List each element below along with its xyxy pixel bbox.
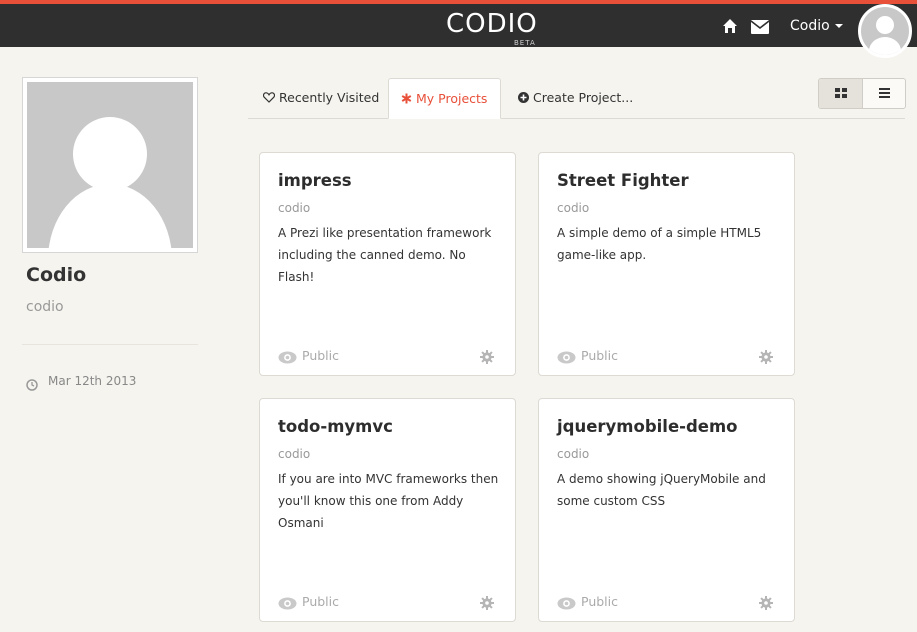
tab-recently-visited[interactable]: Recently Visited <box>251 78 391 119</box>
project-description: A simple demo of a simple HTML5 game-lik… <box>557 226 762 262</box>
tab-label: Create Project... <box>533 90 634 105</box>
project-owner: codio <box>557 447 590 461</box>
gear-icon[interactable] <box>480 595 494 610</box>
tab-create-project[interactable]: Create Project... <box>506 78 645 119</box>
project-description: A demo showing jQueryMobile and some cus… <box>557 472 766 508</box>
eye-icon <box>278 349 297 364</box>
project-title[interactable]: impress <box>278 171 352 190</box>
project-card[interactable]: jquerymobile-demo codio A demo showing j… <box>538 398 795 622</box>
chevron-down-icon <box>834 24 843 28</box>
eye-icon <box>557 595 576 610</box>
eye-icon <box>557 349 576 364</box>
project-visibility: Public <box>302 348 339 363</box>
profile-joined-date: Mar 12th 2013 <box>48 374 137 388</box>
project-title[interactable]: todo-mymvc <box>278 417 393 436</box>
user-avatar[interactable] <box>858 4 912 58</box>
clock-icon <box>26 376 38 391</box>
project-title[interactable]: jquerymobile-demo <box>557 417 738 436</box>
project-visibility: Public <box>302 594 339 609</box>
gear-icon[interactable] <box>759 349 773 364</box>
profile-name: Codio <box>26 264 87 286</box>
project-owner: codio <box>278 447 311 461</box>
project-card[interactable]: todo-mymvc codio If you are into MVC fra… <box>259 398 516 622</box>
project-card[interactable]: Street Fighter codio A simple demo of a … <box>538 152 795 376</box>
codio-logo[interactable]: CODIO BETA <box>446 9 546 47</box>
eye-icon <box>278 595 297 610</box>
project-owner: codio <box>557 201 590 215</box>
gear-icon[interactable] <box>480 349 494 364</box>
view-toggle <box>818 78 906 109</box>
project-visibility: Public <box>581 594 618 609</box>
tab-label: Recently Visited <box>279 90 380 105</box>
project-owner: codio <box>278 201 311 215</box>
top-navbar: CODIO BETA Codio <box>0 0 917 58</box>
project-visibility: Public <box>581 348 618 363</box>
project-title[interactable]: Street Fighter <box>557 171 689 190</box>
profile-divider <box>22 344 198 345</box>
tab-my-projects[interactable]: My Projects <box>388 78 501 119</box>
list-icon <box>879 88 890 98</box>
plus-circle-icon <box>518 79 529 119</box>
grid-view-button[interactable] <box>819 79 863 108</box>
user-menu[interactable]: Codio <box>790 16 843 36</box>
project-description: A Prezi like presentation framework incl… <box>278 226 492 284</box>
gear-icon[interactable] <box>759 595 773 610</box>
mail-icon[interactable] <box>750 19 770 34</box>
asterisk-icon <box>401 80 412 120</box>
heart-icon <box>262 79 276 119</box>
profile-picture <box>22 77 198 253</box>
logo-beta-badge: BETA <box>514 39 536 47</box>
list-view-button[interactable] <box>863 79 905 108</box>
project-description: If you are into MVC frameworks then you'… <box>278 472 499 530</box>
project-card[interactable]: impress codio A Prezi like presentation … <box>259 152 516 376</box>
home-icon[interactable] <box>722 18 738 34</box>
logo-text: CODIO <box>446 9 538 39</box>
grid-icon <box>835 88 847 98</box>
user-menu-label: Codio <box>790 18 830 34</box>
tab-label: My Projects <box>416 91 488 106</box>
profile-username: codio <box>26 299 64 315</box>
